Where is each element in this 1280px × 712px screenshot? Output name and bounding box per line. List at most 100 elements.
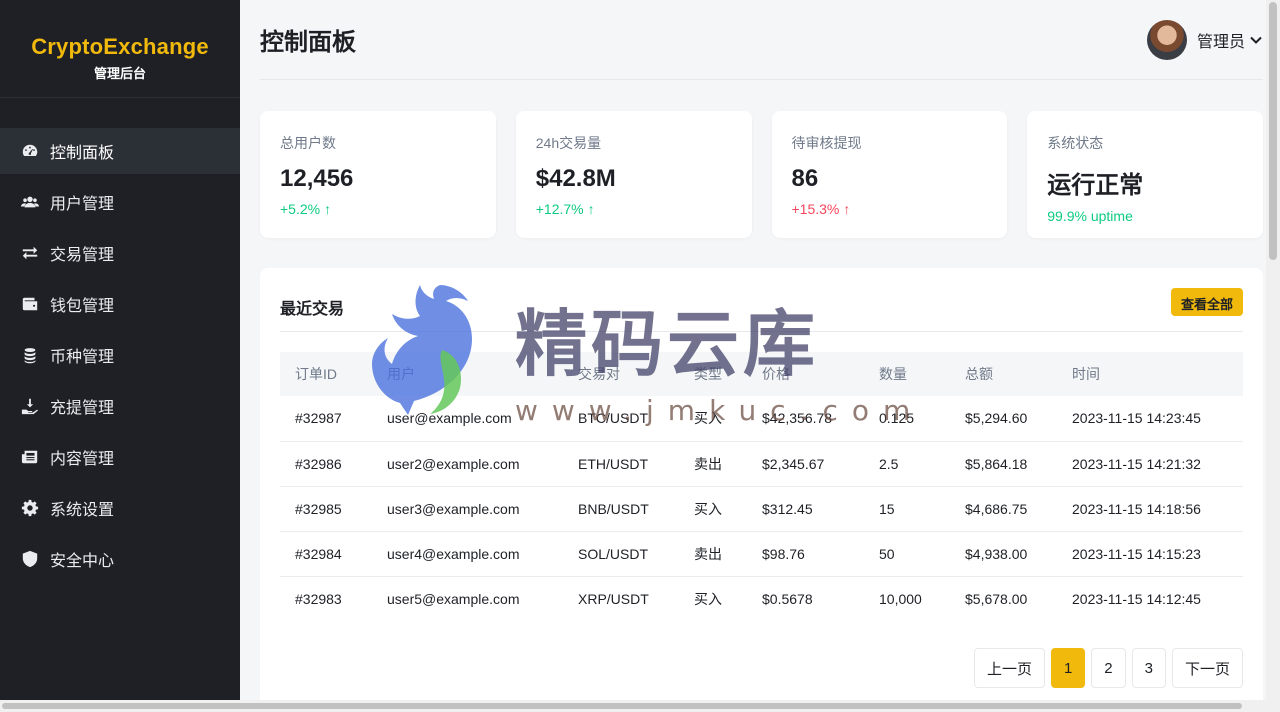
stat-label: 总用户数 bbox=[280, 135, 336, 151]
stat-value: 12,456 bbox=[280, 165, 354, 192]
sidebar-item-label: 安全中心 bbox=[50, 553, 115, 570]
user-email: user3@example.com bbox=[372, 486, 563, 532]
price: $98.76 bbox=[747, 531, 864, 577]
stat-change-text: 99.9% uptime bbox=[1047, 208, 1133, 224]
total: $4,686.75 bbox=[950, 486, 1057, 532]
page-button-2[interactable]: 2 bbox=[1091, 648, 1126, 688]
coins-icon bbox=[20, 345, 40, 365]
stats-row: 总用户数 12,456 +5.2% ↑ 24h交易量 $42.8M +12.7% ↑… bbox=[260, 111, 1263, 238]
trade-type: 卖出 bbox=[679, 531, 747, 577]
sidebar-item-coins[interactable]: 币种管理 bbox=[0, 332, 240, 378]
total: $5,678.00 bbox=[965, 590, 1028, 607]
table-row[interactable]: #32986 user2@example.com ETH/USDT 卖出 $2,… bbox=[280, 441, 1243, 487]
price: $312.45 bbox=[747, 486, 864, 532]
column-header: 用户 bbox=[387, 366, 415, 382]
view-all-button[interactable]: 查看全部 bbox=[1170, 288, 1243, 316]
horizontal-scrollbar[interactable] bbox=[0, 700, 1280, 712]
pagination: 上一页 1 2 3 下一页 bbox=[973, 648, 1243, 688]
timestamp: 2023-11-15 14:23:45 bbox=[1057, 396, 1243, 442]
total: $4,938.00 bbox=[950, 531, 1057, 577]
page-title: 控制面板 bbox=[260, 29, 356, 56]
total: $5,864.18 bbox=[950, 441, 1057, 487]
panel-title: 最近交易 bbox=[280, 301, 345, 318]
exchange-icon bbox=[20, 243, 40, 263]
column-header: 交易对 bbox=[578, 366, 620, 382]
vertical-scrollbar[interactable] bbox=[1266, 0, 1280, 712]
chevron-down-icon bbox=[1250, 36, 1262, 44]
next-page-button[interactable]: 下一页 bbox=[1171, 648, 1243, 688]
dashboard-icon bbox=[20, 141, 40, 161]
table-header-row: 订单ID 用户 交易对 类型 价格 数量 总额 时间 bbox=[280, 352, 1243, 396]
recent-trades-panel: 最近交易 查看全部 订单ID 用户 交易对 类型 价格 数量 总额 时间 #32… bbox=[260, 268, 1263, 708]
stat-value: $42.8M bbox=[535, 165, 616, 192]
brand: CryptoExchange 管理后台 bbox=[0, 0, 240, 98]
sidebar-item-settings[interactable]: 系统设置 bbox=[0, 485, 240, 531]
sidebar-item-label: 币种管理 bbox=[50, 349, 115, 366]
table-row[interactable]: #32983 user5@example.com XRP/USDT 买入 $0.… bbox=[280, 576, 1243, 621]
sidebar-item-trades[interactable]: 交易管理 bbox=[0, 230, 240, 276]
arrow-up-icon: ↑ bbox=[843, 201, 851, 217]
sidebar-item-label: 充提管理 bbox=[50, 400, 115, 417]
order-id: #32983 bbox=[295, 590, 342, 607]
trades-table: 订单ID 用户 交易对 类型 价格 数量 总额 时间 #32987 user@e… bbox=[280, 352, 1243, 621]
trade-type: 买入 bbox=[679, 486, 747, 532]
scrollbar-thumb[interactable] bbox=[2, 703, 1242, 709]
quantity: 15 bbox=[864, 486, 950, 532]
sidebar-item-label: 用户管理 bbox=[50, 196, 115, 213]
stat-value: 运行正常 bbox=[1047, 172, 1144, 199]
trading-pair: BNB/USDT bbox=[563, 486, 679, 532]
column-header: 订单ID bbox=[295, 366, 337, 382]
sidebar-item-content[interactable]: 内容管理 bbox=[0, 434, 240, 480]
avatar bbox=[1146, 19, 1187, 60]
page-button-1[interactable]: 1 bbox=[1050, 648, 1086, 688]
scrollbar-thumb[interactable] bbox=[1269, 2, 1277, 260]
stat-change-text: +15.3% bbox=[791, 201, 840, 217]
stat-change: 99.9% uptime bbox=[1047, 208, 1243, 224]
sidebar: CryptoExchange 管理后台 控制面板 用户管理 交易管理 钱包管理 … bbox=[0, 0, 240, 712]
user-name: 管理员 bbox=[1196, 33, 1245, 51]
user-email: user2@example.com bbox=[372, 441, 563, 487]
user-menu[interactable]: 管理员 bbox=[1146, 19, 1263, 60]
quantity: 50 bbox=[864, 531, 950, 577]
sidebar-item-label: 交易管理 bbox=[50, 247, 115, 264]
order-id: #32986 bbox=[280, 441, 372, 487]
sidebar-item-deposits[interactable]: 充提管理 bbox=[0, 383, 240, 429]
deposit-icon bbox=[20, 396, 40, 416]
user-email: user4@example.com bbox=[372, 531, 563, 577]
trading-pair: ETH/USDT bbox=[563, 441, 679, 487]
trade-type: 买入 bbox=[679, 396, 747, 442]
sidebar-item-label: 内容管理 bbox=[50, 451, 115, 468]
sidebar-item-wallet[interactable]: 钱包管理 bbox=[0, 281, 240, 327]
stat-label: 24h交易量 bbox=[535, 135, 602, 151]
column-header: 总额 bbox=[965, 366, 993, 382]
trade-type: 卖出 bbox=[679, 441, 747, 487]
stat-change: +15.3% ↑ bbox=[792, 201, 988, 217]
sidebar-item-dashboard[interactable]: 控制面板 bbox=[0, 128, 240, 174]
sidebar-item-users[interactable]: 用户管理 bbox=[0, 179, 240, 225]
table-row[interactable]: #32985 user3@example.com BNB/USDT 买入 $31… bbox=[280, 486, 1243, 532]
page-button-3[interactable]: 3 bbox=[1131, 648, 1166, 688]
order-id: #32987 bbox=[280, 396, 372, 442]
table-row[interactable]: #32984 user4@example.com SOL/USDT 卖出 $98… bbox=[280, 531, 1243, 577]
quantity: 0.125 bbox=[864, 396, 950, 442]
column-header: 类型 bbox=[694, 366, 722, 382]
sidebar-item-label: 系统设置 bbox=[50, 502, 115, 519]
stat-change: +12.7% ↑ bbox=[536, 201, 732, 217]
arrow-up-icon: ↑ bbox=[324, 201, 332, 217]
gear-icon bbox=[20, 498, 40, 518]
timestamp: 2023-11-15 14:18:56 bbox=[1057, 486, 1243, 532]
prev-page-button[interactable]: 上一页 bbox=[973, 648, 1045, 688]
sidebar-item-label: 控制面板 bbox=[50, 145, 115, 162]
trading-pair: BTC/USDT bbox=[563, 396, 679, 442]
price: $2,345.67 bbox=[747, 441, 864, 487]
order-id: #32985 bbox=[280, 486, 372, 532]
brand-name: CryptoExchange bbox=[31, 34, 209, 59]
table-row[interactable]: #32987 user@example.com BTC/USDT 买入 $42,… bbox=[280, 396, 1243, 442]
timestamp: 2023-11-15 14:15:23 bbox=[1057, 531, 1243, 577]
quantity: 2.5 bbox=[864, 441, 950, 487]
newspaper-icon bbox=[20, 447, 40, 467]
sidebar-item-security[interactable]: 安全中心 bbox=[0, 536, 240, 582]
sidebar-menu: 控制面板 用户管理 交易管理 钱包管理 币种管理 充提管理 内容管理 系统设置 bbox=[0, 128, 240, 582]
order-id: #32984 bbox=[280, 531, 372, 577]
stat-card-system: 系统状态 运行正常 99.9% uptime bbox=[1027, 111, 1263, 238]
